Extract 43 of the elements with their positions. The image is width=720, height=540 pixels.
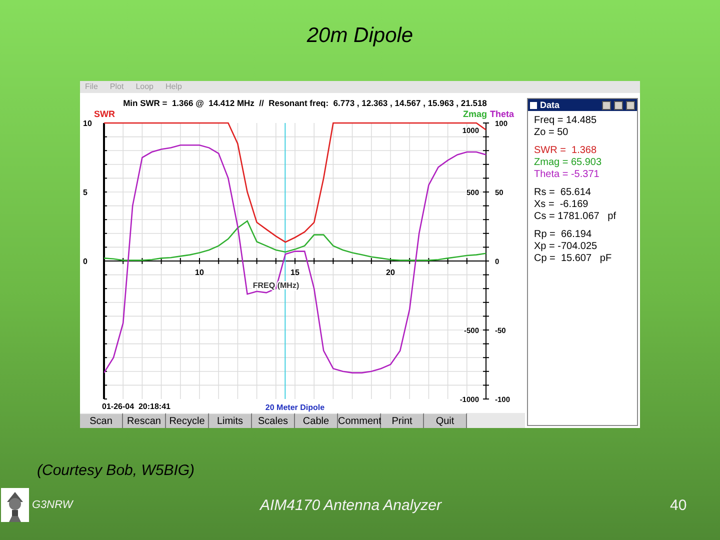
data-reading: Theta = -5.371	[534, 169, 600, 181]
page-number: 40	[670, 496, 687, 514]
panel-title: Data	[540, 100, 561, 110]
series-label: Theta	[490, 109, 514, 119]
plot-caption: 20 Meter Dipole	[265, 403, 325, 412]
toolbar-button[interactable]: Scan	[80, 413, 123, 428]
data-reading: Zmag = 65.903	[534, 157, 603, 169]
data-reading: SWR = 1.368	[534, 145, 598, 157]
toolbar-button[interactable]: Quit	[424, 413, 467, 428]
author-text: G3NRW	[32, 499, 74, 511]
data-reading: Rs = 65.614	[534, 187, 592, 199]
toolbar-button[interactable]: Limits	[209, 413, 252, 428]
maximize-button[interactable]	[614, 100, 623, 110]
axis-label: 5	[83, 188, 88, 197]
series-label: SWR	[94, 109, 115, 119]
axis-label: 15	[290, 268, 300, 277]
data-reading: Zo = 50	[534, 127, 570, 139]
plot-summary: Min SWR = 1.366 @ 14.412 MHz // Resonant freq: 6.773 , 12.363 , 14.567 , 15.963 , 21.518	[123, 98, 487, 108]
toolbar-button[interactable]: Recycle	[166, 413, 209, 428]
close-button[interactable]	[626, 100, 635, 110]
data-reading: Cs = 1781.067 pf	[534, 211, 618, 223]
toolbar-button[interactable]: Comment	[338, 413, 381, 428]
axis-label: 0	[83, 257, 88, 266]
footer-text: AIM4170 Antenna Analyzer	[260, 496, 443, 514]
toolbar-button[interactable]: Print	[381, 413, 424, 428]
axis-label: 20	[386, 268, 395, 277]
timestamp: 01-26-04 20:18:41	[102, 402, 170, 411]
toolbar-button[interactable]: Scales	[252, 413, 295, 428]
toolbar-button[interactable]: Rescan	[123, 413, 166, 428]
axis-label: 10	[83, 119, 92, 128]
toolbar-button[interactable]: Cable	[295, 413, 338, 428]
axis-label: 10	[195, 268, 204, 277]
cursor-line[interactable]	[284, 122, 286, 400]
window-icon	[530, 102, 537, 108]
minimize-button[interactable]	[602, 100, 611, 110]
data-reading: Xp = -704.025	[534, 241, 598, 253]
data-reading: Freq = 14.485	[534, 115, 598, 127]
data-reading: Cp = 15.607 pF	[534, 253, 613, 265]
data-reading: Rp = 66.194	[534, 229, 593, 241]
slide-title: 20m Dipole	[306, 24, 414, 48]
series-label: Zmag	[463, 109, 488, 119]
data-reading: Xs = -6.169	[534, 199, 590, 211]
credit-text: (Courtesy Bob, W5BIG)	[37, 462, 196, 479]
